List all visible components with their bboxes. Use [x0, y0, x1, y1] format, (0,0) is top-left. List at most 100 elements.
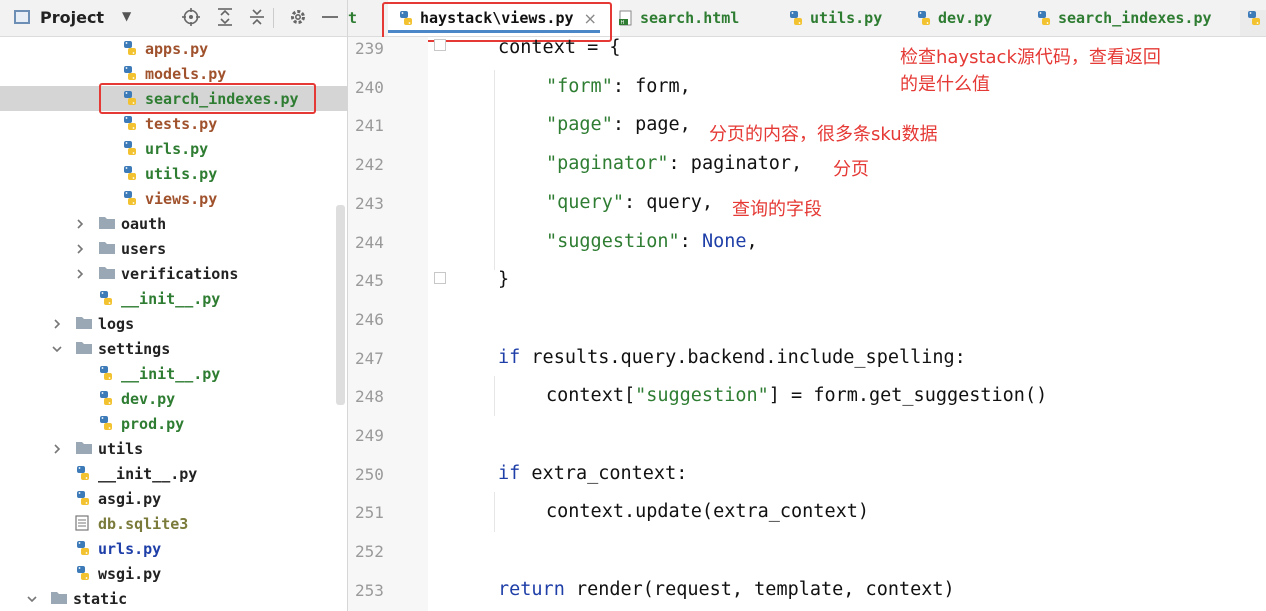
tree-item-label: apps.py [145, 39, 209, 58]
tree-file[interactable]: views.py [0, 186, 347, 211]
indent-guide [494, 492, 495, 532]
collapse-all-icon[interactable] [247, 7, 267, 27]
tree-folder[interactable]: users [0, 236, 347, 261]
tree-item-label: users [121, 239, 167, 258]
code-token: , [746, 231, 758, 252]
tree-file[interactable]: prod.py [0, 411, 347, 436]
overflow-tab[interactable] [1240, 10, 1266, 36]
annotation-paginator: 分页 [833, 159, 869, 180]
python-file-icon [122, 65, 138, 81]
folder-icon [98, 215, 115, 231]
python-file-icon [1246, 10, 1262, 30]
tree-item-label: verifications [121, 264, 239, 283]
editor-tab[interactable]: dev.py [908, 0, 992, 36]
line-number: 253 [355, 581, 384, 600]
editor-tab[interactable]: search_indexes.py [1028, 0, 1212, 36]
chevron-right-icon[interactable] [74, 268, 86, 280]
tree-file[interactable]: tests.py [0, 111, 347, 136]
chevron-right-icon[interactable] [74, 243, 86, 255]
project-panel-title[interactable]: Project [40, 8, 104, 27]
code-line[interactable]: context["suggestion"] = form.get_suggest… [546, 385, 1047, 406]
code-line[interactable]: "query": query, [546, 192, 713, 213]
tree-item-label: utils [98, 439, 144, 458]
annotation-query: 查询的字段 [732, 199, 822, 220]
tree-file[interactable]: apps.py [0, 36, 347, 61]
tree-file[interactable]: utils.py [0, 161, 347, 186]
python-file-icon [98, 390, 114, 406]
chevron-right-icon[interactable] [51, 443, 63, 455]
line-number: 252 [355, 542, 384, 561]
chevron-right-icon[interactable] [51, 318, 63, 330]
locate-file-icon[interactable] [181, 7, 201, 27]
tree-file[interactable]: __init__.py [0, 461, 347, 486]
python-file-icon [122, 165, 138, 181]
editor-tab[interactable]: Hsearch.html [610, 0, 739, 36]
annotation-page: 分页的内容，很多条sku数据 [709, 124, 938, 145]
code-token: "page" [546, 114, 613, 135]
python-file-icon [122, 190, 138, 206]
tree-file[interactable]: __init__.py [0, 361, 347, 386]
tree-item-label: asgi.py [98, 489, 162, 508]
gear-icon[interactable] [288, 7, 308, 27]
tree-item-label: static [73, 589, 128, 608]
editor-tab[interactable]: t [348, 0, 357, 36]
tree-folder[interactable]: settings [0, 336, 347, 361]
python-file-icon [75, 565, 91, 581]
tree-item-label: __init__.py [121, 289, 221, 308]
tree-item-label: __init__.py [121, 364, 221, 383]
tree-file[interactable]: urls.py [0, 536, 347, 561]
tree-item-label: __init__.py [98, 464, 198, 483]
tree-file[interactable]: wsgi.py [0, 561, 347, 586]
tree-file[interactable]: db.sqlite3 [0, 511, 347, 536]
project-tree: apps.py models.py search_indexes.py tests.p… [0, 36, 347, 611]
tree-folder[interactable]: logs [0, 311, 347, 336]
code-line[interactable]: context.update(extra_context) [546, 501, 869, 522]
tree-file[interactable]: __init__.py [0, 286, 347, 311]
expand-all-icon[interactable] [215, 7, 235, 27]
tree-item-label: views.py [145, 189, 218, 208]
code-line[interactable]: "page": page, [546, 114, 691, 135]
code-line[interactable]: } [498, 269, 509, 290]
code-line[interactable]: "form": form, [546, 76, 691, 97]
code-token: if [498, 347, 521, 368]
tree-item-label: prod.py [121, 414, 185, 433]
tree-folder[interactable]: static [0, 586, 347, 611]
chevron-down-icon[interactable] [26, 593, 38, 605]
code-line[interactable]: if results.query.backend.include_spellin… [498, 347, 966, 368]
code-line[interactable]: "paginator": paginator, [546, 153, 802, 174]
python-file-icon [75, 465, 91, 481]
project-view-dropdown[interactable]: ▼ [122, 9, 131, 23]
code-token: context.update(extra_context) [546, 501, 870, 522]
chevron-right-icon[interactable] [74, 218, 86, 230]
code-line[interactable]: "suggestion": None, [546, 231, 758, 252]
tree-scrollbar[interactable] [336, 205, 345, 405]
tree-file[interactable]: dev.py [0, 386, 347, 411]
python-file-icon [98, 365, 114, 381]
tree-file[interactable]: urls.py [0, 136, 347, 161]
tree-folder[interactable]: oauth [0, 211, 347, 236]
tree-folder[interactable]: utils [0, 436, 347, 461]
code-token: "suggestion" [635, 385, 769, 406]
fold-marker-icon[interactable] [434, 39, 446, 51]
python-file-icon [122, 140, 138, 156]
fold-marker-icon[interactable] [434, 272, 446, 284]
python-file-icon [788, 10, 804, 26]
code-token: : paginator, [668, 153, 803, 174]
editor-tab[interactable]: utils.py [780, 0, 882, 36]
highlight-box-search-indexes [99, 83, 316, 114]
hide-panel-icon[interactable] [320, 7, 340, 27]
code-line[interactable]: if extra_context: [498, 463, 687, 484]
tab-label: t [348, 9, 358, 27]
python-file-icon [75, 540, 91, 556]
code-line[interactable]: return render(request, template, context… [498, 579, 955, 600]
code-line[interactable]: context = { [498, 37, 621, 58]
tree-folder[interactable]: verifications [0, 261, 347, 286]
tree-file[interactable]: asgi.py [0, 486, 347, 511]
code-token: None [701, 231, 747, 252]
code-token: results.query.backend.include_spelling: [520, 347, 966, 368]
tree-item-label: tests.py [145, 114, 218, 133]
chevron-down-icon[interactable] [51, 343, 63, 355]
line-number: 250 [355, 465, 384, 484]
tree-item-label: utils.py [145, 164, 218, 183]
tree-item-label: wsgi.py [98, 564, 162, 583]
